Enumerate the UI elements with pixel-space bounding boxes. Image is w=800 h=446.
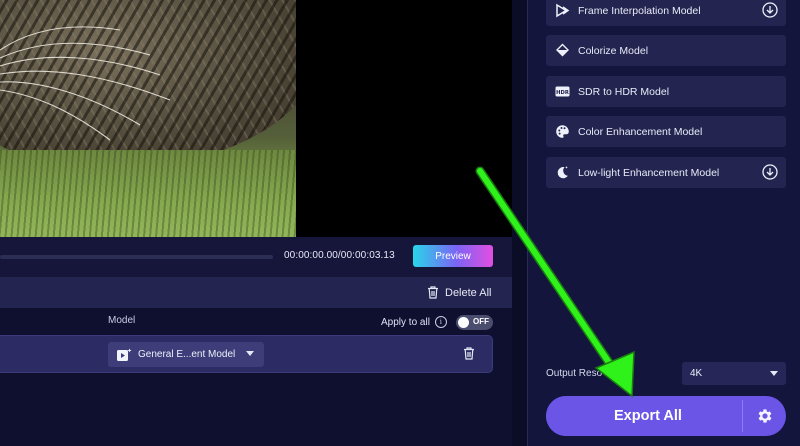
resolution-value: 4K — [690, 368, 703, 379]
list-toolbar: Delete All — [0, 277, 512, 308]
video-enhance-icon — [117, 348, 132, 361]
info-icon[interactable]: i — [434, 316, 447, 328]
moon-icon — [557, 166, 568, 179]
progress-track[interactable] — [0, 255, 273, 259]
model-select[interactable]: General E...ent Model — [108, 342, 264, 367]
hdr-icon: HDR — [555, 86, 570, 97]
gear-icon — [758, 409, 771, 423]
model-label: Low-light Enhancement Model — [578, 166, 720, 179]
trash-icon[interactable] — [463, 347, 475, 360]
chevron-down-icon — [770, 371, 778, 376]
export-settings-button[interactable] — [743, 396, 786, 436]
export-group: Export All — [546, 396, 786, 436]
toggle-knob — [458, 317, 469, 328]
frame-interpolation-icon — [556, 3, 570, 18]
svg-text:HDR: HDR — [556, 90, 569, 96]
video-preview-area — [0, 0, 512, 237]
model-label: Color Enhancement Model — [578, 125, 703, 138]
model-select-value: General E...ent Model — [138, 349, 236, 360]
output-resolution-label: Output Reso — [546, 368, 603, 379]
model-label: SDR to HDR Model — [578, 85, 670, 98]
chevron-down-icon — [246, 351, 254, 356]
export-all-button[interactable]: Export All — [546, 396, 742, 436]
model-card-color-enhancement[interactable]: Color Enhancement Model — [546, 116, 786, 147]
preview-button[interactable]: Preview — [413, 245, 493, 267]
delete-all-label: Delete All — [445, 286, 492, 299]
apply-to-all-label: Apply to all — [381, 316, 430, 328]
panel-divider — [512, 0, 527, 446]
video-frame — [0, 0, 296, 237]
model-card-frame-interpolation[interactable]: Frame Interpolation Model — [546, 0, 786, 26]
apply-to-all-toggle[interactable]: OFF — [456, 315, 493, 330]
palette-icon — [556, 125, 569, 138]
model-card-low-light[interactable]: Low-light Enhancement Model — [546, 157, 786, 188]
model-panel: Frame Interpolation Model Colorize Model… — [527, 0, 800, 446]
trash-icon — [428, 286, 438, 299]
model-card-sdr-to-hdr[interactable]: HDR SDR to HDR Model — [546, 76, 786, 107]
model-card-colorize[interactable]: Colorize Model — [546, 35, 786, 66]
download-icon[interactable] — [762, 2, 778, 18]
delete-all-button[interactable]: Delete All — [427, 284, 491, 301]
toggle-state: OFF — [473, 317, 489, 326]
apply-to-all: Apply to all i — [381, 316, 447, 328]
cat-whiskers — [0, 26, 171, 141]
download-icon[interactable] — [762, 164, 778, 180]
list-header: Model Apply to all i OFF — [0, 308, 512, 334]
file-row[interactable]: General E...ent Model — [0, 335, 493, 373]
timeline-bar: 00:00:00.00/00:00:03.13 Preview — [0, 237, 512, 277]
resolution-select[interactable]: 4K — [682, 362, 786, 385]
model-label: Frame Interpolation Model — [578, 4, 701, 17]
file-list-area: Delete All Model Apply to all i OFF Gene… — [0, 277, 512, 446]
time-readout: 00:00:00.00/00:00:03.13 — [284, 250, 395, 261]
model-label: Colorize Model — [578, 44, 649, 57]
model-column-header: Model — [108, 315, 136, 326]
colorize-icon — [556, 43, 569, 57]
